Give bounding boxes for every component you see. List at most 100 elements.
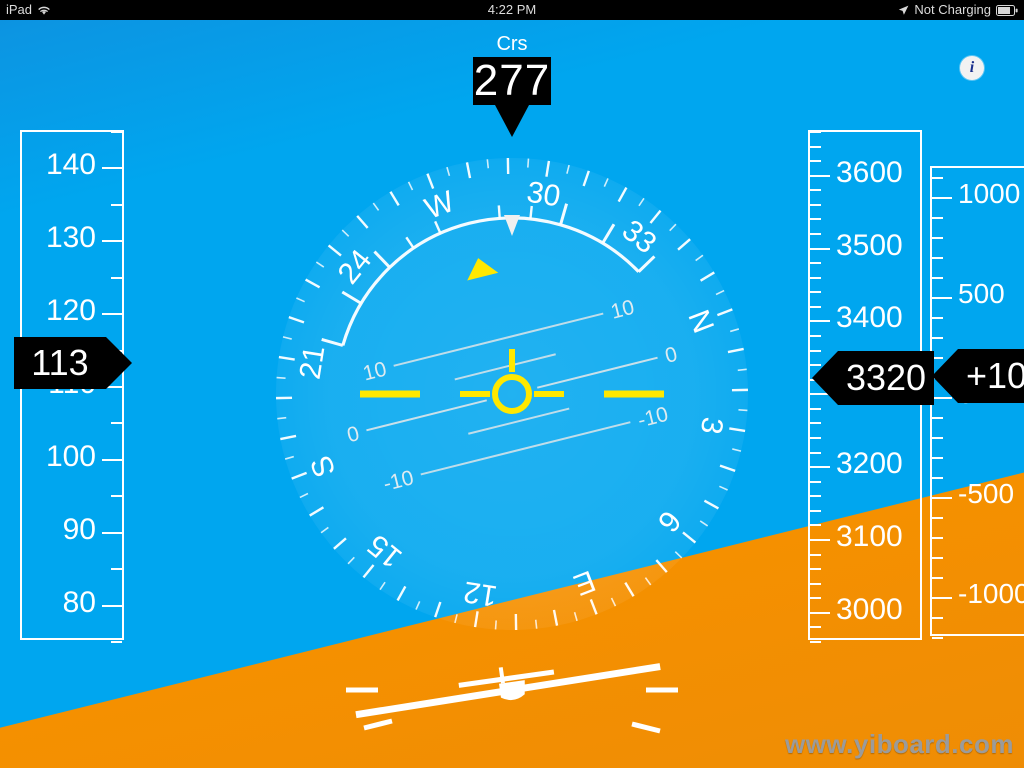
tape-minor-tick xyxy=(810,131,821,133)
tape-minor-tick xyxy=(932,437,943,439)
tape-minor-tick xyxy=(810,480,821,483)
tape-major-tick xyxy=(932,597,952,599)
tape-minor-tick xyxy=(810,582,821,585)
tape-minor-tick xyxy=(810,160,821,163)
tape-tick-label: 120 xyxy=(45,294,96,328)
tape-major-tick xyxy=(102,604,122,607)
tape-minor-tick xyxy=(810,262,821,265)
tape-minor-tick xyxy=(810,335,821,337)
tape-tick-label: 130 xyxy=(45,221,96,255)
charging-status-text: Not Charging xyxy=(914,2,991,17)
tape-major-tick xyxy=(810,320,830,323)
tape-minor-tick xyxy=(111,131,122,133)
compass-label-30: 30 xyxy=(525,176,563,214)
tape-minor-tick xyxy=(810,437,821,439)
altitude-readout-pointer-icon xyxy=(812,350,838,405)
tape-minor-tick xyxy=(111,495,122,498)
tape-minor-tick xyxy=(810,568,821,571)
tape-minor-tick xyxy=(810,641,821,643)
tape-tick-label: 100 xyxy=(45,439,96,473)
tape-major-tick xyxy=(932,197,952,199)
location-arrow-icon xyxy=(899,5,909,15)
tape-major-tick xyxy=(932,297,952,299)
tape-minor-tick xyxy=(810,189,821,192)
info-icon[interactable]: i xyxy=(960,56,984,80)
tape-major-tick xyxy=(810,539,830,541)
tape-minor-tick xyxy=(932,637,943,639)
tape-major-tick xyxy=(102,313,122,316)
tape-minor-tick xyxy=(932,477,943,479)
tape-minor-tick xyxy=(810,495,821,498)
tape-minor-tick xyxy=(111,568,122,571)
tape-minor-tick xyxy=(932,277,943,279)
tape-minor-tick xyxy=(932,177,943,179)
tape-minor-tick xyxy=(810,407,821,410)
tape-tick-label: 500 xyxy=(958,278,1005,309)
tape-minor-tick xyxy=(111,276,122,279)
vertical-speed-readout-pointer-icon xyxy=(932,349,958,403)
status-bar-time: 4:22 PM xyxy=(0,0,1024,20)
tape-minor-tick xyxy=(810,553,821,556)
tape-tick-label: 3200 xyxy=(836,447,903,481)
tape-minor-tick xyxy=(932,457,943,459)
tape-minor-tick xyxy=(810,145,821,148)
tape-major-tick xyxy=(810,466,830,469)
tape-minor-tick xyxy=(810,626,821,629)
tape-minor-tick xyxy=(810,203,821,206)
tape-minor-tick xyxy=(810,218,821,221)
tape-minor-tick xyxy=(810,451,821,454)
tape-minor-tick xyxy=(932,557,943,559)
tape-tick-label: 80 xyxy=(62,585,96,619)
tape-tick-label: 3500 xyxy=(836,228,903,262)
course-label: Crs xyxy=(496,33,528,55)
tape-minor-tick xyxy=(810,276,821,279)
course-pointer-icon xyxy=(495,105,529,137)
tape-tick-label: 3000 xyxy=(836,592,903,626)
watermark-text: www.yiboard.com xyxy=(784,729,1014,759)
tape-major-tick xyxy=(810,611,830,614)
tape-major-tick xyxy=(102,167,122,170)
status-bar-right: Not Charging xyxy=(898,0,1018,20)
tape-minor-tick xyxy=(810,233,821,235)
tape-tick-label: -1000 xyxy=(958,578,1024,609)
tape-minor-tick xyxy=(932,257,943,259)
tape-minor-tick xyxy=(810,291,821,294)
tape-minor-tick xyxy=(810,597,821,600)
ios-status-bar: iPad 4:22 PM Not Charging xyxy=(0,0,1024,20)
tape-minor-tick xyxy=(810,524,821,527)
tape-minor-tick xyxy=(810,509,821,512)
tape-minor-tick xyxy=(111,203,122,206)
clock-text: 4:22 PM xyxy=(487,2,537,17)
tape-tick-label: 1000 xyxy=(958,178,1021,209)
tape-tick-label: 90 xyxy=(62,512,96,546)
tape-tick-label: 3100 xyxy=(836,520,903,553)
tape-minor-tick xyxy=(111,422,122,425)
tape-major-tick xyxy=(102,458,122,461)
compass-label-12: 12 xyxy=(461,575,499,613)
tape-minor-tick xyxy=(932,577,943,579)
airspeed-readout[interactable]: 113 xyxy=(14,337,106,390)
airspeed-readout-pointer-icon xyxy=(106,337,132,390)
tape-minor-tick xyxy=(932,417,943,419)
compass-label-21: 21 xyxy=(294,343,332,381)
altitude-readout[interactable]: 3320 xyxy=(838,350,934,405)
course-readout[interactable]: 277 xyxy=(473,56,551,105)
tape-minor-tick xyxy=(932,337,943,339)
vertical-speed-readout[interactable]: +100 xyxy=(958,349,1024,403)
tape-minor-tick xyxy=(932,317,943,319)
tape-major-tick xyxy=(810,247,830,250)
tape-minor-tick xyxy=(810,305,821,308)
tape-major-tick xyxy=(932,497,952,499)
tape-tick-label: 3400 xyxy=(836,301,903,335)
pfd-app: N 3 6 E 12 15 S 21 24 W 30 33 10 10 0 0 -10 -10 Crs 277 … xyxy=(0,0,1024,768)
tape-major-tick xyxy=(102,531,122,534)
tape-major-tick xyxy=(810,174,830,177)
tape-major-tick xyxy=(102,240,122,243)
tape-tick-label: 140 xyxy=(45,148,96,182)
tape-minor-tick xyxy=(932,617,943,619)
tape-tick-label: -500 xyxy=(958,478,1015,509)
tape-minor-tick xyxy=(111,641,122,643)
tape-minor-tick xyxy=(932,537,943,539)
tape-tick-label: 3600 xyxy=(836,155,903,189)
tape-minor-tick xyxy=(810,422,821,425)
